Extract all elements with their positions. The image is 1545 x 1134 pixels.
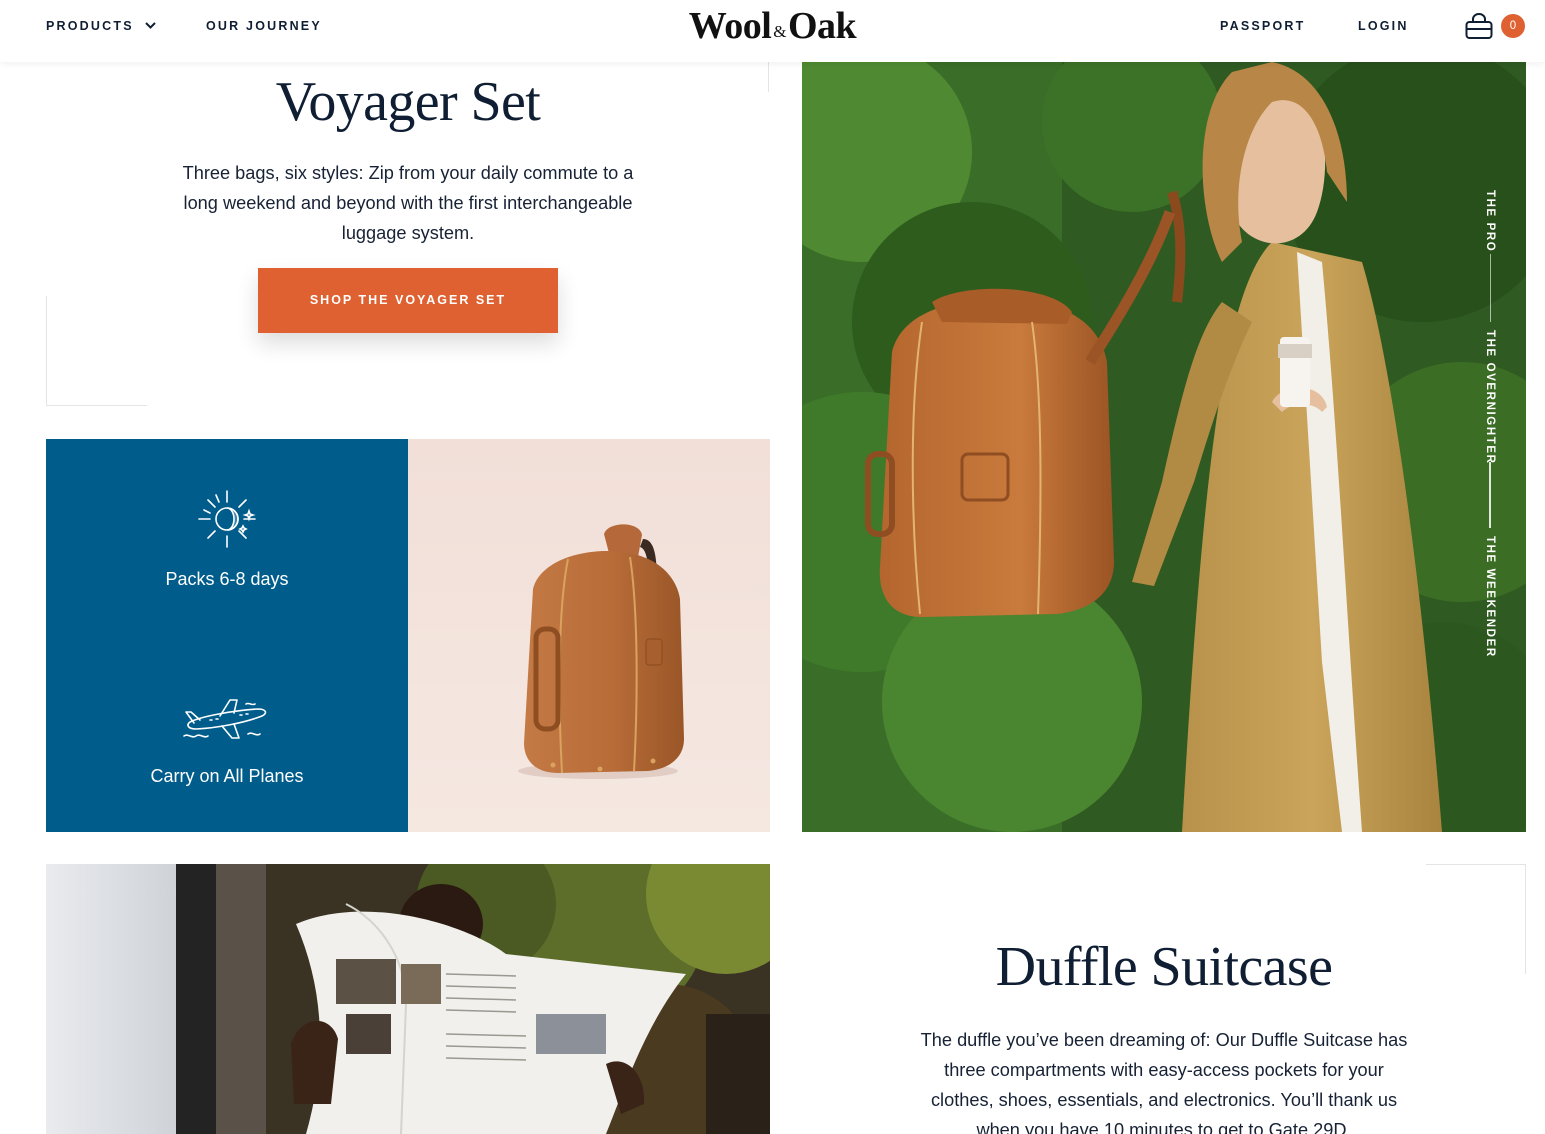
feature-panel: Packs 6-8 days Carry on All Planes: [46, 439, 408, 832]
logo-word-oak: Oak: [788, 5, 857, 47]
accent-divider: [46, 296, 47, 406]
nav-login[interactable]: LOGIN: [1358, 19, 1409, 33]
voyager-lifestyle-image: [802, 62, 1526, 832]
logo-word-wool: Wool: [688, 5, 772, 47]
voyager-title: Voyager Set: [275, 71, 541, 133]
sun-moon-icon: [198, 490, 256, 548]
accent-divider: [1426, 864, 1526, 865]
shopping-bag-icon[interactable]: [1464, 13, 1494, 41]
duffle-lifestyle-image: [46, 864, 770, 1134]
chevron-down-icon: [145, 21, 157, 29]
nav-passport[interactable]: PASSPORT: [1220, 19, 1305, 33]
voyager-product-image[interactable]: [408, 439, 770, 832]
voyager-description: Three bags, six styles: Zip from your da…: [182, 163, 634, 243]
duffle-title: Duffle Suitcase: [995, 936, 1333, 998]
man-reading-newspaper-photo: [46, 864, 770, 1134]
bag-nav-the-overnighter[interactable]: THE OVERNIGHTER: [1479, 330, 1501, 465]
duffle-description: The duffle you’ve been dreaming of: Our …: [920, 1030, 1408, 1134]
bag-nav-connector: [1489, 254, 1491, 322]
woman-with-backpack-photo: [802, 62, 1526, 832]
bag-nav-the-weekender[interactable]: THE WEEKENDER: [1479, 536, 1501, 658]
bag-size-nav: THE PRO THE OVERNIGHTER THE WEEKENDER: [1479, 190, 1501, 658]
airplane-icon: [183, 699, 267, 739]
shop-voyager-button[interactable]: SHOP THE VOYAGER SET: [258, 268, 558, 333]
site-header: PRODUCTS OUR JOURNEY Wool &Oak PASSPORT L…: [0, 0, 1545, 62]
nav-our-journey[interactable]: OUR JOURNEY: [206, 19, 322, 33]
nav-products[interactable]: PRODUCTS: [46, 19, 157, 33]
bag-nav-the-pro[interactable]: THE PRO: [1479, 190, 1501, 252]
cart-count-badge: 0: [1501, 14, 1525, 38]
bag-nav-active-indicator: [1489, 462, 1491, 528]
accent-divider: [46, 405, 147, 406]
logo-ampersand: &: [773, 22, 786, 41]
feature-label-carry-on: Carry on All Planes: [150, 766, 304, 786]
feature-label-capacity: Packs 6-8 days: [165, 569, 289, 589]
backpack-product-photo: [408, 439, 770, 832]
nav-products-label: PRODUCTS: [46, 19, 134, 33]
